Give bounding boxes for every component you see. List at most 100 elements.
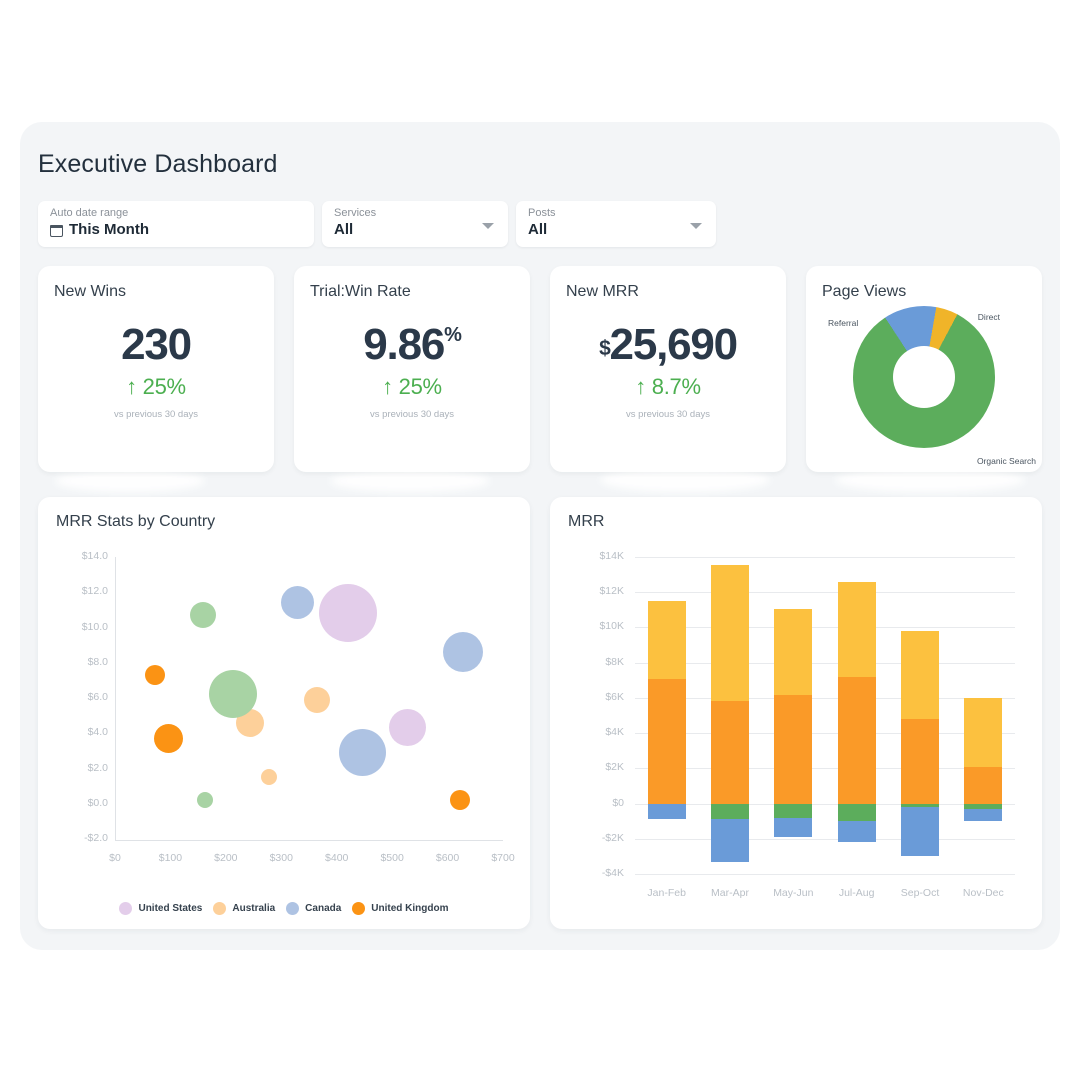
bubble-y-tick: $2.0 (87, 761, 108, 774)
filter-value-posts: All (528, 221, 548, 238)
bubble-x-tick: $700 (491, 852, 515, 864)
bar-segment-yellow (964, 697, 1003, 767)
bar-segment-blue (837, 821, 876, 843)
filter-value-date-range: This Month (49, 220, 302, 240)
bubble-point[interactable] (260, 769, 277, 786)
page-title: Executive Dashboard (38, 150, 278, 178)
bubble-y-tick: $14.0 (81, 550, 108, 562)
bubble-x-tick: $0 (109, 852, 121, 864)
bubble-y-tick: $10.0 (81, 620, 108, 633)
kpi-card-new-mrr[interactable]: New MRR $ 25,690 ↑ 8.7% vs previous 30 d… (550, 266, 786, 472)
bubble-point[interactable] (442, 632, 483, 673)
kpi-card-trial-win-rate[interactable]: Trial:Win Rate 9.86 % ↑ 25% vs previous … (294, 266, 530, 472)
bubble-y-tick: -$2.0 (84, 832, 108, 844)
bar-column[interactable] (711, 557, 749, 874)
kpi-card-page-views[interactable]: Page Views Referral Direct Organic Searc… (806, 266, 1042, 472)
donut-label-referral: Referral (828, 318, 859, 328)
chevron-down-icon[interactable] (690, 223, 702, 229)
bubble-y-tick: $4.0 (87, 726, 108, 739)
bubble-x-tick: $500 (380, 852, 404, 864)
kpi-body: $ 25,690 ↑ 8.7% vs previous 30 days (550, 320, 786, 420)
kpi-delta: ↑ 25% (382, 374, 442, 399)
kpi-subtext: vs previous 30 days (370, 409, 454, 420)
bar-y-tick: $12K (599, 585, 624, 598)
bar-column[interactable] (901, 557, 939, 874)
kpi-delta: ↑ 8.7% (635, 374, 701, 399)
bubble-point[interactable] (389, 709, 427, 747)
donut-chart-page-views: Referral Direct Organic Search (806, 300, 1042, 468)
bubble-point[interactable] (318, 584, 377, 643)
bubble-point[interactable] (189, 602, 216, 629)
bar-segment-blue (647, 803, 686, 820)
legend-color-swatch (286, 902, 300, 915)
bar-x-tick: Sep-Oct (900, 887, 940, 899)
bar-gridline (635, 874, 1015, 875)
bar-segment-yellow (837, 581, 876, 677)
filter-label-date-range: Auto date range (50, 207, 129, 219)
bubble-point[interactable] (197, 792, 214, 809)
bubble-y-tick: $6.0 (87, 691, 108, 703)
legend-color-swatch (119, 902, 133, 915)
card-glow (55, 470, 205, 492)
legend-item[interactable]: United States (119, 902, 202, 915)
bubble-x-tick: $200 (214, 852, 238, 864)
kpi-value-prefix: $ (599, 337, 611, 360)
kpi-subtext: vs previous 30 days (114, 409, 198, 420)
bar-segment-orange (837, 676, 876, 804)
chart-card-mrr[interactable]: MRR $14K $12K $10K $8K $6K $4K $2K $0 -$2K -$4K J… (550, 497, 1042, 929)
chevron-down-icon[interactable] (482, 223, 494, 229)
bubble-x-tick: $600 (435, 852, 460, 864)
kpi-value: 9.86 % (363, 320, 462, 370)
bar-segment-orange (964, 766, 1003, 804)
filter-value-date-range-text: This Month (69, 221, 149, 238)
bar-column[interactable] (837, 557, 876, 874)
bubble-point[interactable] (339, 729, 387, 777)
bubble-point[interactable] (153, 724, 183, 754)
bar-y-tick: $2K (605, 761, 624, 774)
kpi-title: New Wins (54, 283, 127, 300)
legend-item[interactable]: United Kingdom (352, 902, 449, 915)
calendar-icon (49, 224, 63, 237)
bubble-x-tick: $400 (325, 852, 349, 864)
bubble-point[interactable] (449, 790, 470, 811)
bubble-point[interactable] (303, 686, 330, 713)
donut-ring (853, 306, 995, 448)
legend-item[interactable]: Canada (286, 902, 341, 915)
bubble-y-axis-line (115, 557, 116, 840)
kpi-value-suffix: % (444, 324, 462, 346)
bar-column[interactable] (647, 557, 686, 874)
chart-title: MRR (568, 513, 605, 530)
bar-segment-orange (711, 700, 749, 804)
kpi-delta: ↑ 25% (126, 374, 186, 399)
kpi-card-new-wins[interactable]: New Wins 230 ↑ 25% vs previous 30 days (38, 266, 274, 472)
bar-column[interactable] (964, 557, 1003, 874)
kpi-body: 9.86 % ↑ 25% vs previous 30 days (294, 320, 530, 420)
donut-label-direct: Direct (977, 312, 1000, 322)
bar-y-tick: $4K (605, 726, 624, 739)
bar-segment-blue (711, 819, 749, 862)
bar-y-tick: -$4K (601, 867, 624, 879)
bubble-y-tick: $8.0 (87, 655, 108, 668)
filter-services[interactable]: Services All (322, 201, 508, 247)
bar-y-tick: -$2K (601, 831, 624, 844)
chart-card-mrr-by-country[interactable]: MRR Stats by Country $14.0 $12.0 $10.0 $8.0… (38, 497, 530, 929)
bar-segment-blue (964, 808, 1003, 822)
legend-item[interactable]: Australia (213, 902, 275, 915)
bar-x-tick: Nov-Dec (962, 887, 1004, 899)
bar-segment-blue (774, 817, 813, 837)
bubble-point[interactable] (144, 665, 165, 686)
bubble-point[interactable] (281, 586, 315, 620)
filter-auto-date-range[interactable]: Auto date range This Month (38, 201, 314, 247)
donut-label-organic-search: Organic Search (976, 456, 1036, 466)
filter-label-services: Services (334, 207, 377, 219)
filter-label-posts: Posts (528, 207, 556, 219)
legend-label: United Kingdom (371, 903, 449, 914)
bar-segment-blue (901, 807, 939, 857)
bubble-chart-legend: United States Australia Canada United Kingd… (38, 902, 530, 915)
bar-segment-green (711, 803, 749, 820)
filter-posts[interactable]: Posts All (516, 201, 716, 247)
bar-x-tick: Jul-Aug (838, 887, 875, 899)
bar-y-tick: $8K (605, 655, 624, 668)
bar-column[interactable] (774, 557, 813, 874)
kpi-title: Trial:Win Rate (310, 283, 411, 300)
